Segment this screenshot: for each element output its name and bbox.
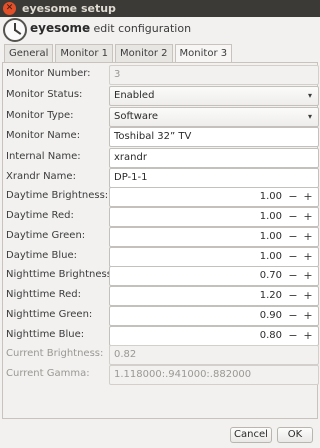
increment-button[interactable]: + xyxy=(301,327,315,345)
daytime-red-value: 1.00 xyxy=(259,211,282,222)
increment-button[interactable]: + xyxy=(301,248,315,266)
current-brightness-label: Current Brightness: xyxy=(6,348,104,359)
decrement-button[interactable]: − xyxy=(286,327,300,345)
window-title: eyesome setup xyxy=(22,2,116,15)
nighttime-green-value: 0.90 xyxy=(259,310,282,321)
nighttime-blue-spinner[interactable]: 0.80 − + xyxy=(109,326,319,346)
nighttime-green-spinner[interactable]: 0.90 − + xyxy=(109,306,319,326)
nighttime-red-row: Nighttime Red: 1.20 − + xyxy=(3,286,319,306)
nighttime-green-row: Nighttime Green: 0.90 − + xyxy=(3,306,319,326)
monitor-number-row: Monitor Number: 3 xyxy=(3,65,319,85)
xrandr-name-label: Xrandr Name: xyxy=(6,171,76,182)
daytime-brightness-value: 1.00 xyxy=(259,191,282,202)
tab-general[interactable]: General xyxy=(4,44,54,62)
daytime-green-value: 1.00 xyxy=(259,231,282,242)
current-gamma-label: Current Gamma: xyxy=(6,368,90,379)
monitor-status-row: Monitor Status: Enabled ▾ xyxy=(3,86,319,106)
decrement-button[interactable]: − xyxy=(286,208,300,226)
cancel-button[interactable]: Cancel xyxy=(230,427,272,443)
internal-name-row: Internal Name: xrandr xyxy=(3,148,319,168)
daytime-green-row: Daytime Green: 1.00 − + xyxy=(3,227,319,247)
monitor-type-label: Monitor Type: xyxy=(6,110,74,121)
daytime-brightness-row: Daytime Brightness: 1.00 − + xyxy=(3,187,319,207)
monitor-name-input[interactable]: Toshibal 32” TV xyxy=(109,127,319,147)
monitor-type-value: Software xyxy=(114,111,159,122)
nighttime-red-spinner[interactable]: 1.20 − + xyxy=(109,286,319,306)
current-brightness-field: 0.82 xyxy=(109,345,319,365)
dialog-subtitle: - edit configuration xyxy=(86,22,192,35)
monitor-name-label: Monitor Name: xyxy=(6,130,81,141)
nighttime-brightness-spinner[interactable]: 0.70 − + xyxy=(109,266,319,286)
nighttime-blue-value: 0.80 xyxy=(259,330,282,341)
tab-bar: General Monitor 1 Monitor 2 Monitor 3 xyxy=(4,44,234,63)
daytime-green-label: Daytime Green: xyxy=(6,230,86,241)
daytime-blue-spinner[interactable]: 1.00 − + xyxy=(109,247,319,267)
decrement-button[interactable]: − xyxy=(286,248,300,266)
increment-button[interactable]: + xyxy=(301,307,315,325)
daytime-blue-label: Daytime Blue: xyxy=(6,250,78,261)
chevron-down-icon: ▾ xyxy=(307,91,312,100)
monitor-status-value: Enabled xyxy=(114,90,155,101)
ok-button[interactable]: OK xyxy=(277,427,313,443)
chevron-down-icon: ▾ xyxy=(307,112,312,121)
daytime-blue-row: Daytime Blue: 1.00 − + xyxy=(3,247,319,267)
tab-monitor-3[interactable]: Monitor 3 xyxy=(174,44,233,63)
nighttime-red-label: Nighttime Red: xyxy=(6,289,82,300)
increment-button[interactable]: + xyxy=(301,267,315,285)
increment-button[interactable]: + xyxy=(301,287,315,305)
decrement-button[interactable]: − xyxy=(286,267,300,285)
nighttime-red-value: 1.20 xyxy=(259,290,282,301)
xrandr-name-input[interactable]: DP-1-1 xyxy=(109,168,319,188)
monitor-type-row: Monitor Type: Software ▾ xyxy=(3,107,319,127)
monitor-name-row: Monitor Name: Toshibal 32” TV xyxy=(3,127,319,147)
daytime-green-spinner[interactable]: 1.00 − + xyxy=(109,227,319,247)
monitor-3-panel: Monitor Number: 3 Monitor Status: Enable… xyxy=(2,62,319,419)
current-brightness-row: Current Brightness: 0.82 xyxy=(3,345,319,365)
decrement-button[interactable]: − xyxy=(286,188,300,206)
tab-monitor-1[interactable]: Monitor 1 xyxy=(55,44,113,62)
close-icon[interactable]: ✕ xyxy=(3,2,16,15)
nighttime-green-label: Nighttime Green: xyxy=(6,309,93,320)
nighttime-brightness-label: Nighttime Brightness: xyxy=(6,269,116,280)
monitor-number-label: Monitor Number: xyxy=(6,68,91,79)
internal-name-label: Internal Name: xyxy=(6,151,81,162)
current-gamma-field: 1.118000:.941000:.882000 xyxy=(109,365,319,385)
increment-button[interactable]: + xyxy=(301,228,315,246)
daytime-brightness-spinner[interactable]: 1.00 − + xyxy=(109,187,319,207)
daytime-red-row: Daytime Red: 1.00 − + xyxy=(3,207,319,227)
nighttime-brightness-row: Nighttime Brightness: 0.70 − + xyxy=(3,266,319,286)
tab-monitor-2[interactable]: Monitor 2 xyxy=(114,44,173,62)
nighttime-brightness-value: 0.70 xyxy=(259,270,282,281)
dialog-header: eyesome - edit configuration xyxy=(0,17,320,43)
decrement-button[interactable]: − xyxy=(286,228,300,246)
internal-name-input[interactable]: xrandr xyxy=(109,148,319,168)
daytime-brightness-label: Daytime Brightness: xyxy=(6,190,109,201)
monitor-number-field: 3 xyxy=(109,65,319,85)
daytime-red-spinner[interactable]: 1.00 − + xyxy=(109,207,319,227)
brand-name: eyesome xyxy=(30,21,91,35)
nighttime-blue-label: Nighttime Blue: xyxy=(6,329,85,340)
daytime-red-label: Daytime Red: xyxy=(6,210,74,221)
nighttime-blue-row: Nighttime Blue: 0.80 − + xyxy=(3,326,319,346)
increment-button[interactable]: + xyxy=(301,208,315,226)
monitor-status-select[interactable]: Enabled ▾ xyxy=(109,86,319,106)
window-titlebar: ✕ eyesome setup xyxy=(0,0,320,17)
increment-button[interactable]: + xyxy=(301,188,315,206)
monitor-status-label: Monitor Status: xyxy=(6,89,83,100)
daytime-blue-value: 1.00 xyxy=(259,251,282,262)
decrement-button[interactable]: − xyxy=(286,307,300,325)
xrandr-name-row: Xrandr Name: DP-1-1 xyxy=(3,168,319,188)
clock-logo-icon xyxy=(3,18,27,42)
current-gamma-row: Current Gamma: 1.118000:.941000:.882000 xyxy=(3,365,319,385)
decrement-button[interactable]: − xyxy=(286,287,300,305)
monitor-type-select[interactable]: Software ▾ xyxy=(109,107,319,127)
